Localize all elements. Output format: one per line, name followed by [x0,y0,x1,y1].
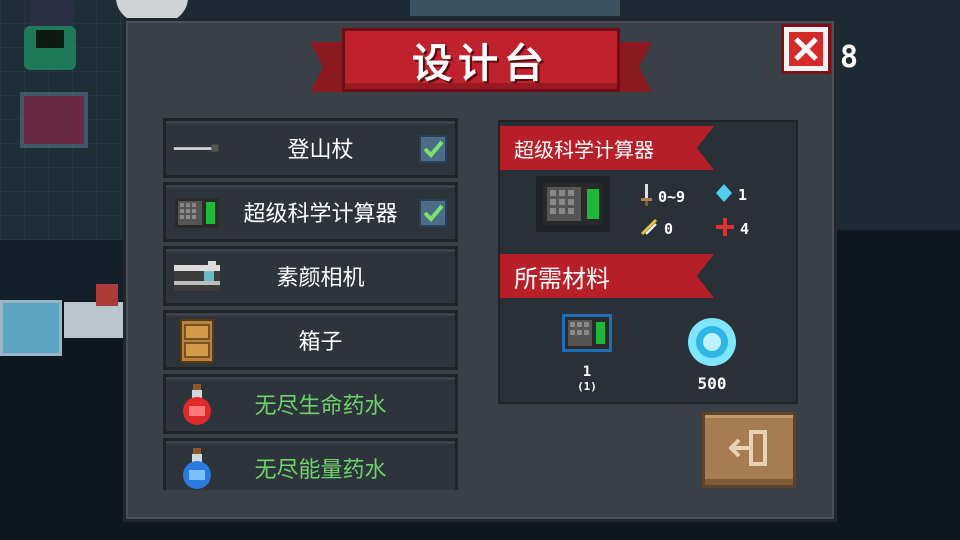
crosshair-icon [716,218,734,240]
calculator-icon [562,314,612,356]
item-label: 素颜相机 [276,266,365,291]
panel-title: 设计台 [342,28,620,92]
material-calculator: 1 (1) [562,314,612,393]
crit-icon [640,218,658,240]
spread-stat: 4 [716,218,749,240]
camera-icon [172,257,222,297]
title-ribbon: 设计台 [310,28,652,100]
crit-stat: 0 [640,218,673,240]
box-icon [172,319,222,363]
npc-face [36,30,64,48]
checkmark-icon [419,199,447,227]
selected-item-name: 超级科学计算器 [500,126,714,170]
red-object [96,284,118,306]
blueprint-list[interactable]: 登山杖 超级科学计算器 素颜相机 箱子 无尽生命药水 无尽能量药水 [163,118,458,490]
list-item[interactable]: 登山杖 [163,118,458,178]
list-item[interactable]: 无尽生命药水 [163,374,458,434]
list-item[interactable]: 素颜相机 [163,246,458,306]
damage-stat: 0~9 [640,184,685,210]
close-button[interactable] [781,24,831,74]
calculator-icon [172,193,222,233]
item-label: 无尽能量药水 [254,458,387,483]
energy-crystal-icon [716,184,732,206]
corner-counter: 8 [840,40,859,75]
exit-icon [728,430,769,470]
npc-hat [30,0,74,28]
checkmark-icon [419,135,447,163]
list-item[interactable]: 无尽能量药水 [163,438,458,490]
walking-stick-icon [172,129,222,169]
exit-button[interactable] [702,412,796,488]
blue-potion-icon [172,448,222,489]
red-carpet [20,92,88,148]
item-label: 无尽生命药水 [254,394,387,419]
list-item[interactable]: 箱子 [163,310,458,370]
material-gems: 500 [686,316,738,393]
bench [64,302,124,338]
materials-heading: 所需材料 [500,254,714,298]
item-label: 箱子 [298,330,343,355]
water-pool [0,300,62,356]
calculator-icon [536,176,610,232]
item-detail-panel: 超级科学计算器 0~9 1 0 4 所需材料 1 (1) 500 [498,120,798,404]
item-label: 超级科学计算器 [243,202,398,227]
gem-icon [686,316,738,372]
close-icon [789,32,823,66]
sword-icon [640,184,652,210]
list-item[interactable]: 超级科学计算器 [163,182,458,242]
item-label: 登山杖 [287,138,354,163]
red-potion-icon [172,384,222,425]
energy-stat: 1 [716,184,747,206]
wall-pipe [410,0,620,16]
